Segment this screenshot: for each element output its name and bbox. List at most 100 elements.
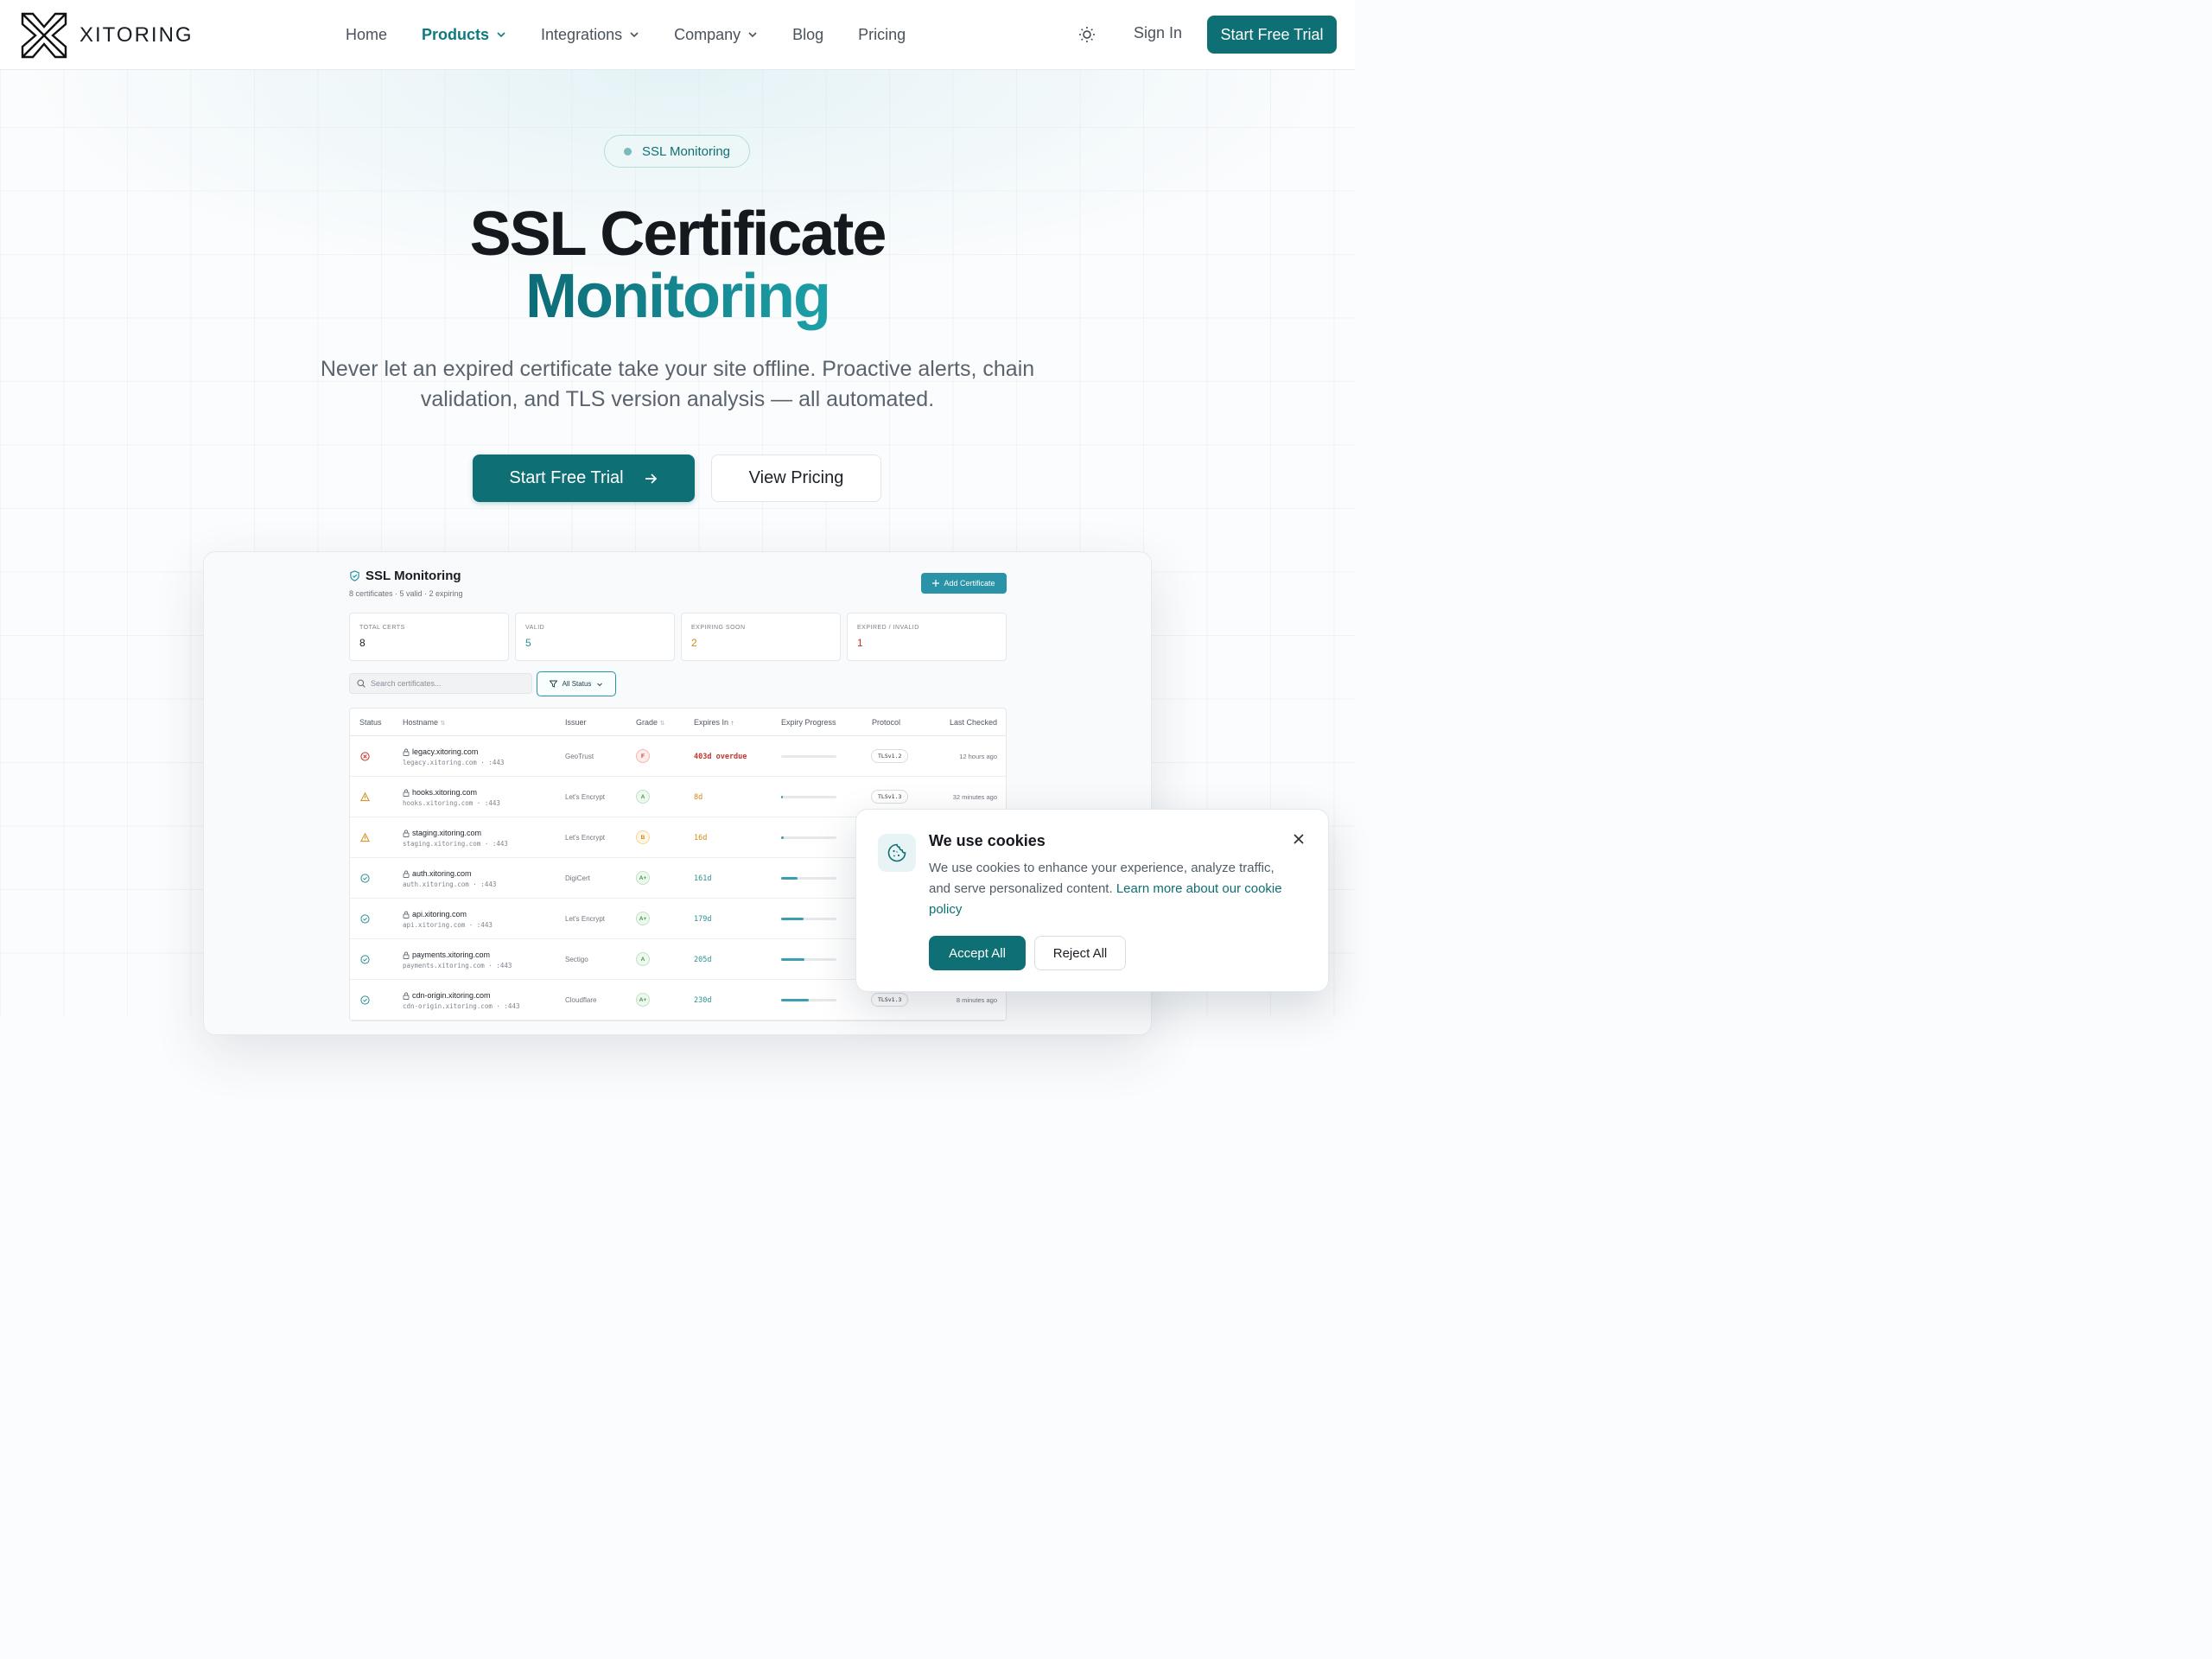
hostname-port: payments.xitoring.com · :443 <box>403 962 512 969</box>
lock-icon <box>403 830 410 837</box>
grade-badge: A <box>636 952 650 966</box>
nav-blog[interactable]: Blog <box>792 26 823 44</box>
grade-badge: A+ <box>636 871 650 885</box>
hostname[interactable]: auth.xitoring.com <box>403 869 472 878</box>
sort-asc-icon: ↑ <box>730 719 734 727</box>
sun-icon[interactable] <box>1077 24 1097 45</box>
col-hostname[interactable]: Hostname ⇅ <box>403 718 445 727</box>
dashboard-title-text: SSL Monitoring <box>365 569 461 583</box>
protocol-badge: TLSv1.3 <box>871 993 909 1007</box>
dashboard-title: SSL Monitoring <box>349 569 461 583</box>
nav-company-label: Company <box>674 25 741 43</box>
stat-value: 2 <box>691 637 697 649</box>
expires-in: 16d <box>694 834 708 842</box>
hostname-port: auth.xitoring.com · :443 <box>403 880 497 888</box>
grade-badge: F <box>636 749 650 763</box>
hero-start-trial-label: Start Free Trial <box>509 468 624 487</box>
col-protocol[interactable]: Protocol <box>872 718 900 727</box>
status-filter-select[interactable]: All Status <box>537 671 616 696</box>
grade-badge: A+ <box>636 993 650 1007</box>
expiry-progress-bar <box>781 836 836 839</box>
shield-check-icon <box>350 570 359 582</box>
nav-links: Home Products Integrations Company Blog … <box>346 0 940 69</box>
col-last-checked[interactable]: Last Checked <box>950 718 997 727</box>
add-certificate-button[interactable]: Add Certificate <box>921 573 1007 594</box>
nav-products-label: Products <box>422 25 490 43</box>
stat-total-certs: TOTAL CERTS 8 <box>349 613 509 661</box>
logo-icon <box>21 12 67 59</box>
col-issuer[interactable]: Issuer <box>565 718 587 727</box>
col-grade-label: Grade <box>636 718 658 727</box>
close-icon[interactable] <box>1292 832 1306 846</box>
expiry-progress-fill <box>781 877 798 880</box>
stat-label: EXPIRING SOON <box>691 625 746 631</box>
last-checked: 8 minutes ago <box>956 996 997 1004</box>
warning-triangle-icon <box>360 792 370 802</box>
protocol-badge: TLSv1.3 <box>871 790 909 804</box>
col-progress[interactable]: Expiry Progress <box>781 718 836 727</box>
cookie-banner: We use cookies We use cookies to enhance… <box>855 809 1329 992</box>
issuer: GeoTrust <box>565 753 594 760</box>
sort-icon: ⇅ <box>440 721 446 727</box>
col-status[interactable]: Status <box>359 718 382 727</box>
col-expires[interactable]: Expires In ↑ <box>694 718 734 727</box>
expires-in: 230d <box>694 996 712 1005</box>
reject-all-button[interactable]: Reject All <box>1034 936 1126 970</box>
hero-start-trial-button[interactable]: Start Free Trial <box>473 454 695 502</box>
hostname-text: payments.xitoring.com <box>412 950 491 959</box>
nav-products[interactable]: Products <box>422 26 506 44</box>
hostname-text: hooks.xitoring.com <box>412 788 478 797</box>
arrow-right-icon <box>645 473 657 484</box>
table-row[interactable]: legacy.xitoring.com legacy.xitoring.com ·… <box>350 736 1006 777</box>
search-placeholder: Search certificates... <box>371 679 442 688</box>
lock-icon <box>403 911 410 918</box>
hostname-port: legacy.xitoring.com · :443 <box>403 759 505 766</box>
expires-in: 205d <box>694 956 712 964</box>
nav-home[interactable]: Home <box>346 26 387 44</box>
last-checked: 32 minutes ago <box>952 793 997 801</box>
dashboard-summary: 8 certificates · 5 valid · 2 expiring <box>349 589 463 598</box>
stat-value: 8 <box>359 637 365 649</box>
cookie-title: We use cookies <box>929 832 1046 849</box>
logo[interactable]: XITORING <box>21 12 194 59</box>
expiry-progress-fill <box>781 918 804 920</box>
hostname[interactable]: api.xitoring.com <box>403 910 467 918</box>
hostname-text: legacy.xitoring.com <box>412 747 479 756</box>
expires-in: 403d overdue <box>694 753 747 761</box>
lock-icon <box>403 789 410 797</box>
badge-dot <box>624 147 632 156</box>
stat-value: 1 <box>857 637 863 649</box>
hostname[interactable]: legacy.xitoring.com <box>403 747 478 756</box>
nav-company[interactable]: Company <box>674 26 758 44</box>
add-certificate-label: Add Certificate <box>944 579 995 588</box>
stat-label: EXPIRED / INVALID <box>857 625 919 631</box>
hostname-text: cdn-origin.xitoring.com <box>412 991 491 1000</box>
accept-all-button[interactable]: Accept All <box>929 936 1026 970</box>
hostname[interactable]: hooks.xitoring.com <box>403 788 477 797</box>
stat-label: TOTAL CERTS <box>359 625 405 631</box>
nav-start-trial-button[interactable]: Start Free Trial <box>1207 16 1337 54</box>
search-icon <box>357 679 365 688</box>
expiry-progress-bar <box>781 796 836 798</box>
expires-in: 161d <box>694 874 712 883</box>
badge-label: SSL Monitoring <box>642 143 730 159</box>
grade-badge: A <box>636 790 650 804</box>
hostname-port: hooks.xitoring.com · :443 <box>403 799 500 807</box>
nav-pricing[interactable]: Pricing <box>858 26 906 44</box>
hostname-text: staging.xitoring.com <box>412 829 482 837</box>
view-pricing-button[interactable]: View Pricing <box>711 454 881 502</box>
chevron-down-icon <box>630 32 639 38</box>
col-grade[interactable]: Grade ⇅ <box>636 718 664 727</box>
hostname[interactable]: payments.xitoring.com <box>403 950 490 959</box>
nav-integrations[interactable]: Integrations <box>541 26 639 44</box>
issuer: Let's Encrypt <box>565 834 605 842</box>
hostname[interactable]: cdn-origin.xitoring.com <box>403 991 491 1000</box>
search-input[interactable]: Search certificates... <box>349 673 532 694</box>
sign-in-link[interactable]: Sign In <box>1134 24 1182 42</box>
last-checked: 12 hours ago <box>959 753 997 760</box>
expiry-progress-fill <box>781 836 785 839</box>
expiry-progress-fill <box>781 958 804 961</box>
hostname[interactable]: staging.xitoring.com <box>403 829 481 837</box>
filter-label: All Status <box>562 680 592 688</box>
expiry-progress-bar <box>781 755 836 758</box>
